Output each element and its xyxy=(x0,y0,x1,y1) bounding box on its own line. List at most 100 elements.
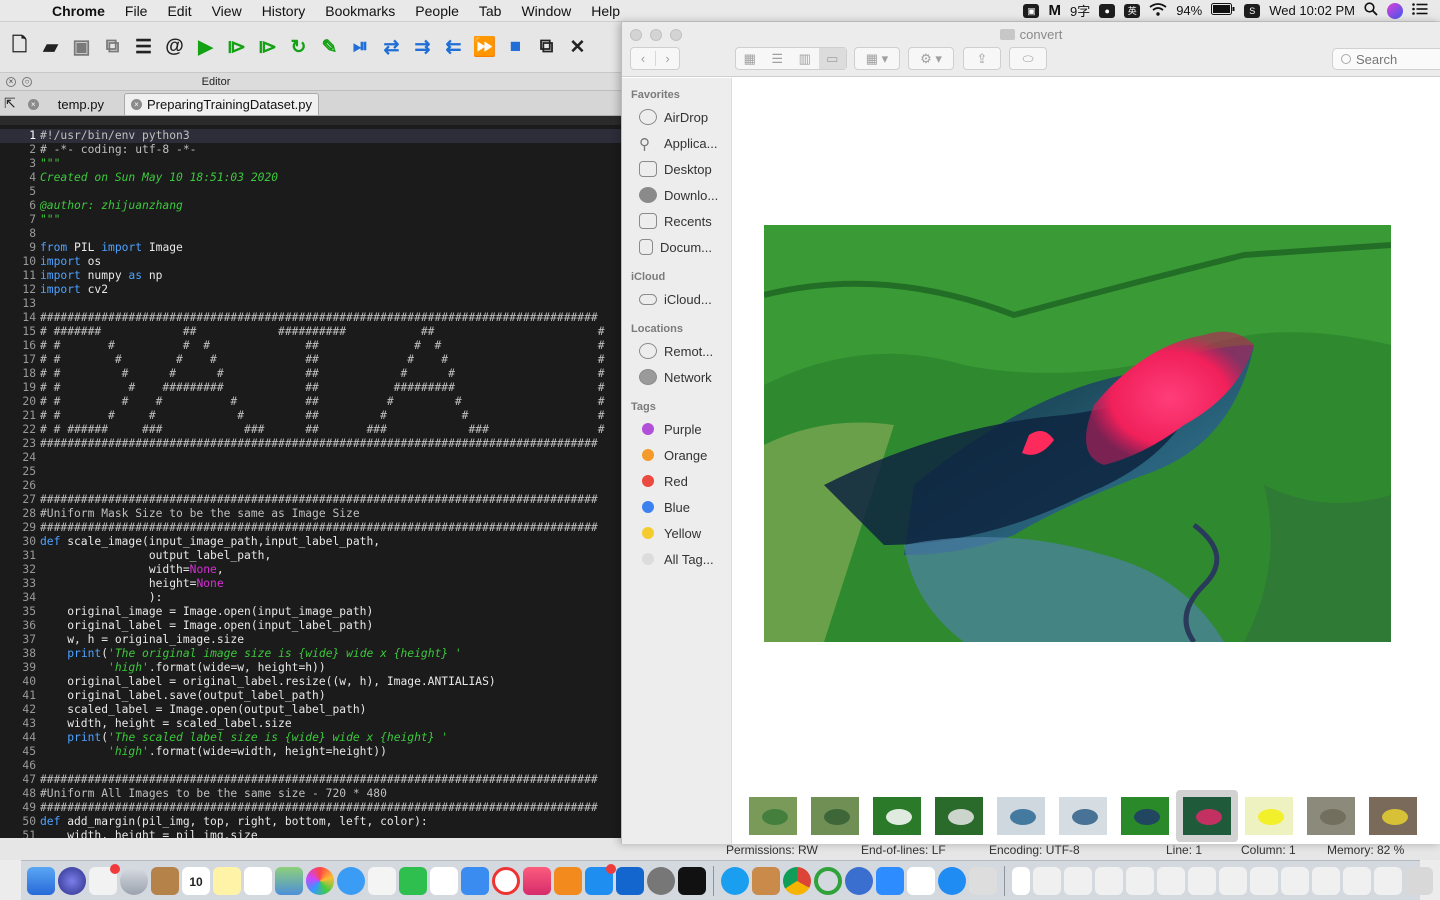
maps-dock-icon[interactable] xyxy=(275,866,303,895)
debug-icon[interactable]: ⏯ xyxy=(347,34,374,61)
quicktime-dock-icon[interactable] xyxy=(845,866,873,895)
minimized-window-1[interactable] xyxy=(1033,866,1061,895)
microphone-icon[interactable]: ● xyxy=(1099,3,1116,18)
menu-tab[interactable]: Tab xyxy=(469,3,512,19)
minimized-window-9[interactable] xyxy=(1281,866,1309,895)
code-line[interactable]: 31 output_label_path, xyxy=(0,549,621,563)
chrome-dock-icon[interactable] xyxy=(783,866,811,895)
new-file-icon[interactable]: 🗋 xyxy=(6,34,33,61)
contacts-dock-icon[interactable] xyxy=(151,866,179,895)
notification-center-icon[interactable] xyxy=(1412,3,1428,18)
facetime-dock-icon[interactable] xyxy=(399,866,427,895)
minimized-window-3[interactable] xyxy=(1095,866,1123,895)
numbers-dock-icon[interactable] xyxy=(430,866,458,895)
back-icon[interactable]: ‹ xyxy=(631,51,655,66)
run-icon[interactable]: ▶ xyxy=(192,34,219,61)
code-line[interactable]: 19 # # # ######### ## ######### # xyxy=(0,381,621,395)
code-line[interactable]: 22 # # ###### ### ### ## ### ### # xyxy=(0,423,621,437)
code-line[interactable]: 13 xyxy=(0,297,621,311)
code-line[interactable]: 21 # # # # # ## # # # xyxy=(0,409,621,423)
sidebar-tag-alltag[interactable]: All Tag... xyxy=(622,546,731,572)
sidebar-item-remote-disc[interactable]: Remot... xyxy=(622,338,731,364)
code-line[interactable]: 3 """ xyxy=(0,157,621,171)
minimized-window-2[interactable] xyxy=(1064,866,1092,895)
sidebar-item-applications[interactable]: ⚲ Applica... xyxy=(622,130,731,156)
close-tab-icon[interactable]: × xyxy=(130,99,142,110)
safari-dock-icon[interactable] xyxy=(938,866,966,895)
gallery-view-icon[interactable]: ▭ xyxy=(818,48,846,69)
code-line[interactable]: 43 width, height = scaled_label.size xyxy=(0,717,621,731)
code-line[interactable]: 34 ): xyxy=(0,591,621,605)
sidebar-tag-red[interactable]: Red xyxy=(622,468,731,494)
thumbnail-item[interactable] xyxy=(1300,790,1362,842)
code-line[interactable]: 6 @author: zhijuanzhang xyxy=(0,199,621,213)
messages-dock-icon[interactable] xyxy=(337,866,365,895)
open-folder-icon[interactable]: ▰ xyxy=(37,34,64,61)
step-into-icon[interactable]: ⇉ xyxy=(409,34,436,61)
fullscreen-icon[interactable]: ✕ xyxy=(564,34,591,61)
browse-tabs-icon[interactable]: ⇱ xyxy=(4,95,22,115)
siri-icon[interactable] xyxy=(1387,2,1403,19)
code-line[interactable]: 14 ######################################… xyxy=(0,311,621,325)
pages-dock-icon[interactable] xyxy=(368,866,396,895)
thumbnail-item[interactable] xyxy=(1052,790,1114,842)
code-line[interactable]: 20 # # # # # ## # # # xyxy=(0,395,621,409)
launchpad-dock-icon[interactable] xyxy=(120,866,148,895)
minimized-window-10[interactable] xyxy=(1312,866,1340,895)
sidebar-item-downloads[interactable]: Downlo... xyxy=(622,182,731,208)
minimized-window-6[interactable] xyxy=(1188,866,1216,895)
code-line[interactable]: 42 scaled_label = Image.open(output_labe… xyxy=(0,703,621,717)
battery-icon[interactable] xyxy=(1211,3,1235,18)
image-preview[interactable] xyxy=(764,225,1391,642)
run-cell-advance-icon[interactable]: ⧐ xyxy=(254,34,281,61)
code-line[interactable]: 5 xyxy=(0,185,621,199)
code-line[interactable]: 45 'high'.format(wide=width, height=heig… xyxy=(0,745,621,759)
minimized-window-11[interactable] xyxy=(1343,866,1371,895)
continue-icon[interactable]: ⏩ xyxy=(471,34,498,61)
stop-icon[interactable]: ■ xyxy=(502,34,529,61)
code-line[interactable]: 2 # -*- coding: utf-8 -*- xyxy=(0,143,621,157)
code-line[interactable]: 41 original_label.save(output_label_path… xyxy=(0,689,621,703)
tab-preparingtrainingdataset-py[interactable]: × PreparingTrainingDataset.py xyxy=(123,93,319,115)
code-line[interactable]: 18 # # # # # ## # # # xyxy=(0,367,621,381)
siri-dock-icon[interactable] xyxy=(58,866,86,895)
news-dock-icon[interactable] xyxy=(492,866,520,895)
list-view-icon[interactable]: ☰ xyxy=(764,51,792,67)
anaconda-dock-icon[interactable] xyxy=(814,866,842,895)
sidebar-tag-orange[interactable]: Orange xyxy=(622,442,731,468)
code-line[interactable]: 37 w, h = original_image.size xyxy=(0,633,621,647)
code-line[interactable]: 40 original_label = original_label.resiz… xyxy=(0,675,621,689)
thumbnail-item[interactable] xyxy=(928,790,990,842)
thumbnail-item[interactable] xyxy=(742,790,804,842)
tab-temp-py[interactable]: × temp.py xyxy=(22,93,124,115)
thumbnail-item[interactable] xyxy=(804,790,866,842)
minimized-window-12[interactable] xyxy=(1374,866,1402,895)
downloads-stack-dock-icon[interactable] xyxy=(1012,866,1030,895)
menu-people[interactable]: People xyxy=(405,3,469,19)
sidebar-item-airdrop[interactable]: AirDrop xyxy=(622,104,731,130)
sidebar-item-recents[interactable]: Recents xyxy=(622,208,731,234)
forward-icon[interactable]: › xyxy=(654,51,679,66)
preview-dock-icon[interactable] xyxy=(752,866,780,895)
thumbnail-item[interactable] xyxy=(1176,790,1238,842)
code-line[interactable]: 44 print('The scaled label size is {wide… xyxy=(0,731,621,745)
code-line[interactable]: 33 height=None xyxy=(0,577,621,591)
code-line[interactable]: 1 #!/usr/bin/env python3 xyxy=(0,129,621,143)
input-method-indicator[interactable]: 9字 xyxy=(1070,1,1090,20)
code-line[interactable]: 17 # # # # # ## # # # xyxy=(0,353,621,367)
system-preferences-dock-icon[interactable] xyxy=(647,866,675,895)
code-line[interactable]: 8 xyxy=(0,227,621,241)
keynote-dock-icon[interactable] xyxy=(461,866,489,895)
icon-view-icon[interactable]: ▦ xyxy=(736,51,764,67)
code-line[interactable]: 39 'high'.format(wide=w, height=h)) xyxy=(0,661,621,675)
reminders-dock-icon[interactable] xyxy=(244,866,272,895)
malwarebytes-icon[interactable]: M xyxy=(1048,2,1061,19)
group-by-button[interactable]: ▦ ▾ xyxy=(854,47,900,70)
zoom-dock-icon[interactable] xyxy=(876,866,904,895)
code-line[interactable]: 10 import os xyxy=(0,255,621,269)
sidebar-tag-blue[interactable]: Blue xyxy=(622,494,731,520)
sidebar-item-desktop[interactable]: Desktop xyxy=(622,156,731,182)
at-symbol-icon[interactable]: @ xyxy=(161,34,188,61)
minimized-window-8[interactable] xyxy=(1250,866,1278,895)
code-line[interactable]: 28 #Uniform Mask Size to be the same as I… xyxy=(0,507,621,521)
